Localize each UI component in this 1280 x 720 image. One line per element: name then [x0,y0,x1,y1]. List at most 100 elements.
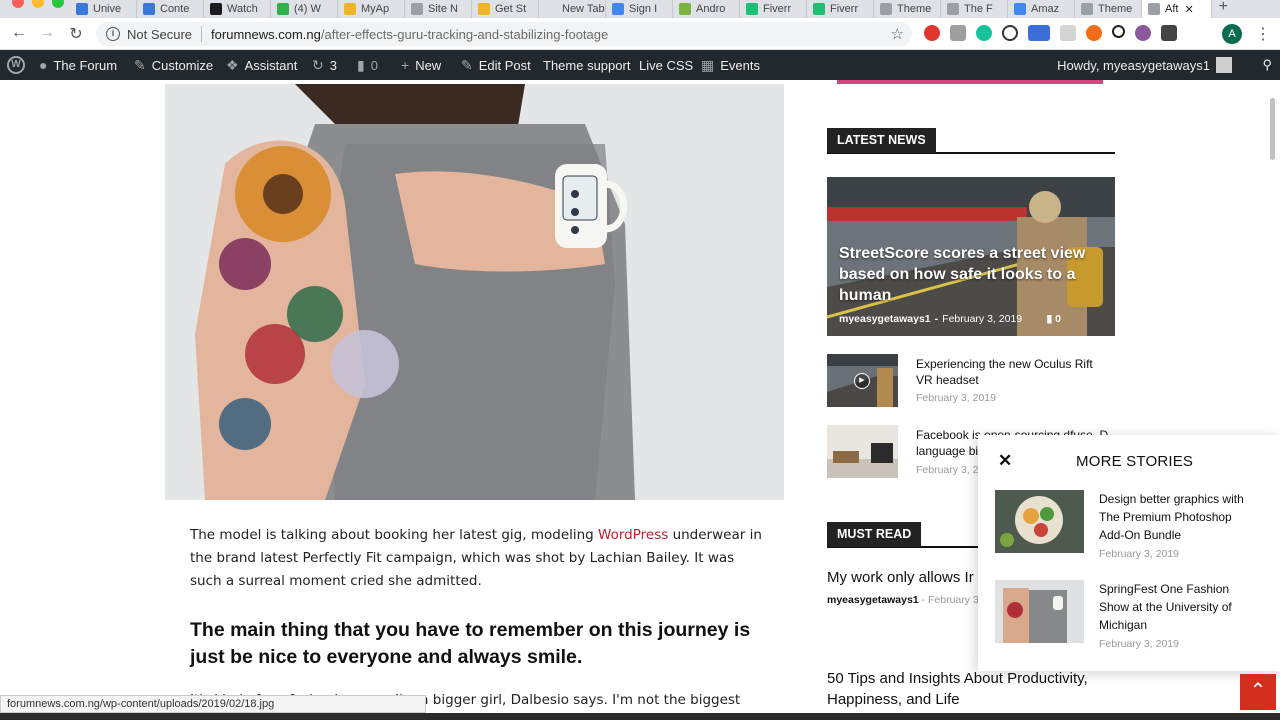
bug-icon[interactable] [1135,25,1151,41]
window-bottom-edge [0,713,1280,720]
tab-favicon-icon [746,3,758,15]
user-avatar [1216,57,1232,73]
maximize-window-icon[interactable] [52,0,64,8]
featured-post-title[interactable]: StreetScore scores a street view based o… [839,243,1089,306]
post-thumbnail[interactable]: ▶ [827,354,898,407]
forward-icon[interactable]: → [37,24,57,42]
tab-favicon-icon [1081,3,1093,15]
browser-tab[interactable]: Aft ✕ [1142,0,1212,18]
admin-search-icon[interactable]: ⚲ [1262,50,1272,80]
browser-tab[interactable]: Theme [1075,0,1142,18]
updates-count: 3 [329,57,337,73]
back-to-top-button[interactable]: ⌃ [1240,674,1276,710]
reload-icon[interactable]: ↻ [66,24,86,44]
font-icon[interactable] [1060,25,1076,41]
tab-favicon-icon [813,3,825,15]
info-icon[interactable]: i [106,27,120,41]
list-item[interactable]: Design better graphics with The Premium … [995,490,1265,560]
comment-count[interactable]: ▮ 0 [1046,313,1061,325]
list-item[interactable]: SpringFest One Fashion Show at the Unive… [995,580,1265,650]
browser-tab[interactable]: Andro [673,0,740,18]
honey-icon[interactable] [1086,25,1102,41]
more-stories-panel: ✕ MORE STORIES Design better graphics wi… [978,435,1280,671]
clock-icon[interactable] [1002,25,1018,41]
brush-icon: ✎ [134,56,146,73]
theme-support-link[interactable]: Theme support [543,50,630,80]
wordpress-logo-icon[interactable]: W [7,50,25,80]
customize-link[interactable]: ✎ Customize [134,50,213,80]
assistant-link[interactable]: ❖ Assistant [226,50,297,80]
play-icon[interactable]: ▶ [854,373,870,389]
browser-tab[interactable]: Amaz [1008,0,1075,18]
search-icon[interactable] [1112,25,1125,38]
tab-favicon-icon [277,3,289,15]
plus-icon: + [401,57,410,73]
browser-tab[interactable]: Sign I [606,0,673,18]
browser-tab[interactable]: Fiverr [807,0,874,18]
arrow-up-icon: ⌃ [1249,680,1267,702]
post-title[interactable]: Experiencing the new Oculus Rift VR head… [916,356,1111,388]
minimize-window-icon[interactable] [32,0,44,8]
account-menu[interactable]: Howdy, myeasygetaways1 [1057,50,1232,80]
browser-tab[interactable]: (4) W [271,0,338,18]
back-icon[interactable]: ← [9,24,29,42]
block-title: MUST READ [827,522,922,547]
pencil-icon: ✎ [461,56,473,73]
browser-tab[interactable]: New Tab [539,0,606,18]
browser-tab[interactable]: MyAp [338,0,405,18]
tab-label: Sign I [629,3,658,15]
featured-post-card[interactable]: StreetScore scores a street view based o… [827,177,1115,336]
meta-separator: - [934,313,939,325]
post-author[interactable]: myeasygetaways1 [827,594,919,606]
new-label: New [415,57,442,73]
events-link[interactable]: ▦ Events [701,50,760,80]
new-tab-icon[interactable]: + [1219,0,1228,16]
post-thumbnail[interactable] [827,425,898,478]
post-date: February 3 [928,594,979,606]
list-item[interactable]: 50 Tips and Insights About Productivity,… [827,668,1115,710]
browser-tab[interactable]: Watch [204,0,271,18]
story-title[interactable]: Design better graphics with The Premium … [1099,490,1259,544]
address-bar[interactable]: i Not Secure forumnews.com.ng/after-effe… [96,22,912,46]
browser-tab[interactable]: The F [941,0,1008,18]
abp-icon[interactable] [924,25,940,41]
close-icon[interactable]: ✕ [998,451,1012,471]
comments-link[interactable]: ▮ 0 [357,50,378,80]
browser-tab[interactable]: Unive [70,0,137,18]
bookmark-star-icon[interactable]: ☆ [891,25,904,43]
list-item[interactable]: ▶ Experiencing the new Oculus Rift VR he… [827,354,1115,408]
story-thumbnail[interactable] [995,490,1084,553]
browser-tab[interactable]: Get St [472,0,539,18]
tc-icon[interactable] [1161,25,1177,41]
tattooed-woman-image [995,580,1084,643]
grammarly-icon[interactable] [976,25,992,41]
close-tab-icon[interactable]: ✕ [1184,3,1193,16]
colorzilla-icon[interactable] [1028,25,1050,41]
post-date: February 3, 2019 [942,313,1023,325]
profile-avatar[interactable]: A [1222,24,1242,44]
offline-icon[interactable] [950,25,966,41]
post-author[interactable]: myeasygetaways1 [839,313,931,325]
wordpress-link[interactable]: WordPress [598,527,668,543]
browser-tab[interactable]: Site N [405,0,472,18]
updates-link[interactable]: ↻ 3 [312,50,337,80]
site-name-link[interactable]: ● The Forum [39,50,117,80]
tab-label: Unive [93,3,122,15]
browser-menu-icon[interactable]: ⋮ [1255,24,1271,44]
tab-label: Andro [696,3,726,15]
scrollbar-thumb[interactable] [1270,98,1275,160]
story-title[interactable]: SpringFest One Fashion Show at the Unive… [1099,580,1259,634]
edit-post-link[interactable]: ✎ Edit Post [461,50,531,80]
sidebar-banner[interactable] [837,80,1103,84]
featured-image[interactable] [165,84,784,500]
live-css-link[interactable]: Live CSS [639,50,693,80]
browser-tab[interactable]: Fiverr [740,0,807,18]
story-thumbnail[interactable] [995,580,1084,643]
browser-tab[interactable]: Theme [874,0,941,18]
post-title[interactable]: 50 Tips and Insights About Productivity,… [827,668,1115,710]
article-paragraph: The model is talking about booking her l… [190,524,765,593]
browser-tab[interactable]: Conte [137,0,204,18]
close-window-icon[interactable] [12,0,24,8]
tab-label: Watch [227,3,258,15]
new-content-link[interactable]: + New [401,50,441,80]
